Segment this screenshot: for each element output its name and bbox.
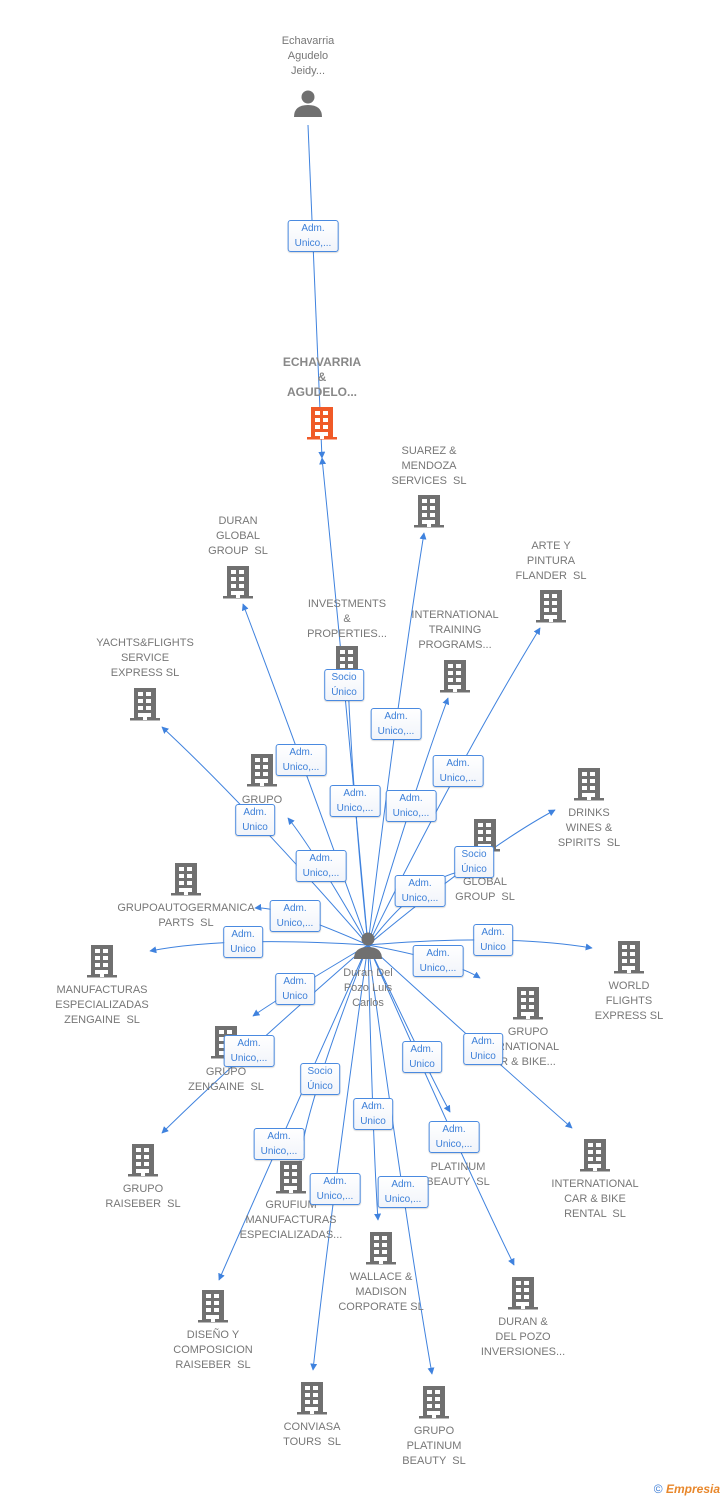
edge-label[interactable]: Adm. Unico,... (377, 1176, 429, 1208)
edge-label[interactable]: Adm. Unico,... (432, 755, 484, 787)
company-label[interactable]: WORLD FLIGHTS EXPRESS SL (595, 979, 663, 1024)
edge-label[interactable]: Socio Único (324, 669, 364, 701)
building-icon[interactable] (536, 590, 566, 623)
edge-label[interactable]: Adm. Unico,... (295, 850, 347, 882)
building-icon[interactable] (440, 660, 470, 693)
edge-label[interactable]: Adm. Unico,... (287, 220, 339, 252)
building-icon[interactable] (171, 863, 201, 896)
building-icon[interactable] (614, 941, 644, 974)
company-label[interactable]: INVESTMENTS & PROPERTIES... (307, 597, 387, 642)
company-label[interactable]: GRUPO ZENGAINE SL (188, 1065, 264, 1095)
company-label[interactable]: PLATINUM BEAUTY SL (426, 1160, 489, 1190)
building-icon[interactable] (276, 1161, 306, 1194)
building-icon[interactable] (128, 1144, 158, 1177)
company-label[interactable]: DURAN & DEL POZO INVERSIONES... (481, 1315, 565, 1360)
company-label[interactable]: MANUFACTURAS ESPECIALIZADAS ZENGAINE SL (55, 983, 149, 1028)
company-label[interactable]: SUAREZ & MENDOZA SERVICES SL (392, 444, 467, 489)
company-label[interactable]: DURAN GLOBAL GROUP SL (208, 514, 268, 559)
edge-label[interactable]: Adm. Unico,... (223, 1035, 275, 1067)
edge-label[interactable]: Adm. Unico (463, 1033, 503, 1065)
edge-label[interactable]: Adm. Unico,... (275, 744, 327, 776)
edge-label[interactable]: Adm. Unico,... (253, 1128, 305, 1160)
edge-label[interactable]: Adm. Unico,... (329, 785, 381, 817)
network-diagram: Echavarria Agudelo Jeidy... Duran Del Poz… (0, 0, 728, 1500)
building-icon[interactable] (508, 1277, 538, 1310)
building-icon[interactable] (414, 495, 444, 528)
edge-label[interactable]: Socio Único (454, 846, 494, 878)
building-icon[interactable] (419, 1386, 449, 1419)
company-label[interactable]: CONVIASA TOURS SL (283, 1420, 341, 1450)
edge-label[interactable]: Adm. Unico (473, 924, 513, 956)
company-label[interactable]: GRUPO RAISEBER SL (105, 1182, 180, 1212)
building-icon[interactable] (297, 1382, 327, 1415)
edge-label[interactable]: Adm. Unico (353, 1098, 393, 1130)
building-icon[interactable] (307, 407, 337, 440)
copyright-icon: © (653, 1482, 663, 1496)
edge-label[interactable]: Adm. Unico,... (394, 875, 446, 907)
edge-label[interactable]: Adm. Unico (235, 804, 275, 836)
company-label[interactable]: DRINKS WINES & SPIRITS SL (558, 806, 620, 851)
brand-logo: Empresia (665, 1482, 720, 1496)
person-label[interactable]: Duran Del Pozo Luis Carlos (343, 966, 393, 1011)
edge-label[interactable]: Adm. Unico,... (309, 1173, 361, 1205)
building-icon[interactable] (87, 945, 117, 978)
footer-brand[interactable]: © Empresia (654, 1482, 720, 1496)
building-icon[interactable] (366, 1232, 396, 1265)
edge-label[interactable]: Adm. Unico (223, 926, 263, 958)
company-label[interactable]: WALLACE & MADISON CORPORATE SL (338, 1270, 423, 1315)
company-label[interactable]: ECHAVARRIA & AGUDELO... (283, 355, 361, 400)
edge-label[interactable]: Socio Único (300, 1063, 340, 1095)
building-icon[interactable] (574, 768, 604, 801)
edge-label[interactable]: Adm. Unico,... (385, 790, 437, 822)
edge-label[interactable]: Adm. Unico,... (412, 945, 464, 977)
company-label[interactable]: INTERNATIONAL TRAINING PROGRAMS... (411, 608, 498, 653)
company-label[interactable]: YACHTS&FLIGHTS SERVICE EXPRESS SL (96, 636, 194, 681)
company-label[interactable]: INTERNATIONAL CAR & BIKE RENTAL SL (551, 1177, 638, 1222)
person-icon[interactable] (294, 90, 322, 118)
edge-label[interactable]: Adm. Unico (402, 1041, 442, 1073)
building-icon[interactable] (223, 566, 253, 599)
company-label[interactable]: DISEÑO Y COMPOSICION RAISEBER SL (173, 1328, 252, 1373)
company-label[interactable]: GRUPO PLATINUM BEAUTY SL (402, 1424, 465, 1469)
edge-label[interactable]: Adm. Unico,... (269, 900, 321, 932)
edge-label[interactable]: Adm. Unico,... (428, 1121, 480, 1153)
building-icon[interactable] (513, 987, 543, 1020)
company-label[interactable]: ARTE Y PINTURA FLANDER SL (516, 539, 587, 584)
edge-label[interactable]: Adm. Unico (275, 973, 315, 1005)
building-icon[interactable] (198, 1290, 228, 1323)
person-label[interactable]: Echavarria Agudelo Jeidy... (282, 34, 335, 79)
company-label[interactable]: GRUPO RNATIONAL R & BIKE... (497, 1025, 559, 1070)
building-icon[interactable] (247, 754, 277, 787)
edge-label[interactable]: Adm. Unico,... (370, 708, 422, 740)
building-icon[interactable] (130, 688, 160, 721)
building-icon[interactable] (580, 1139, 610, 1172)
